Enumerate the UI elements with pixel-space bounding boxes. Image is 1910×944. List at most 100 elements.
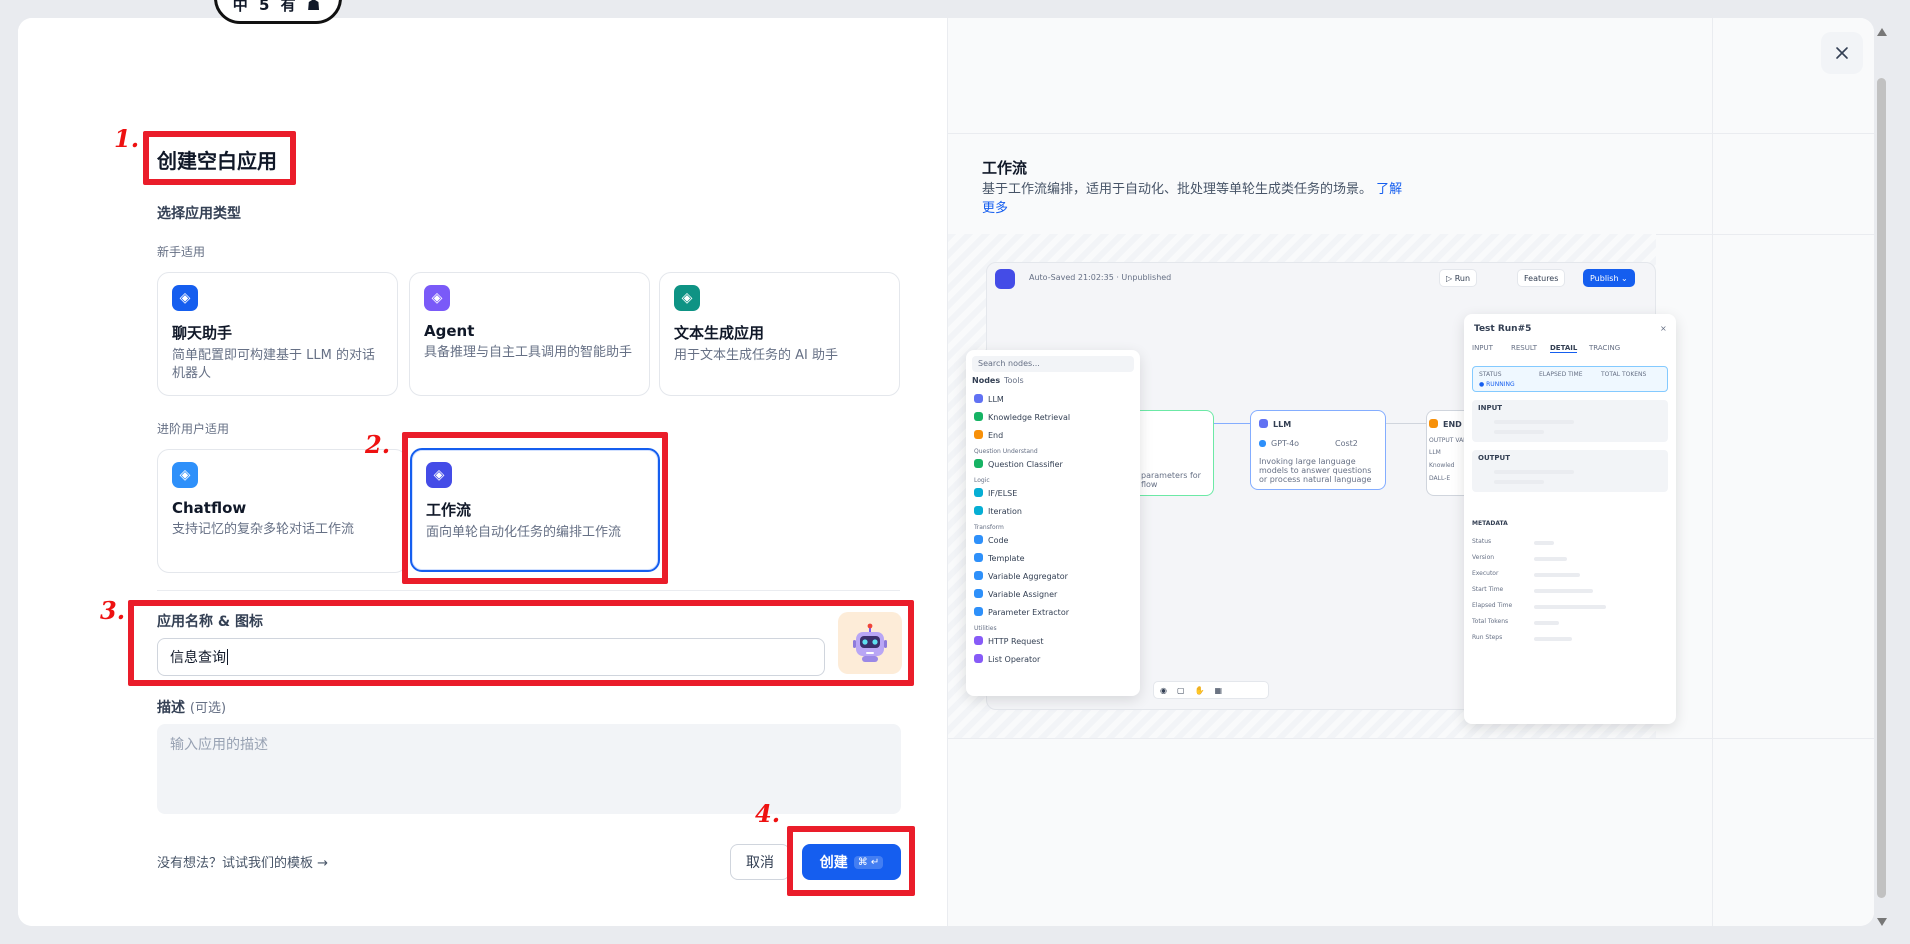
preview-title: 工作流 (982, 159, 1028, 177)
grid-line (1712, 18, 1713, 926)
close-button[interactable] (1821, 32, 1863, 74)
node-list-item: Knowledge Retrieval (974, 412, 1070, 422)
node-list-item: HTTP Request (974, 636, 1044, 646)
scroll-up-arrow[interactable] (1877, 28, 1887, 36)
scroll-down-arrow[interactable] (1877, 918, 1887, 926)
node-list-item: Parameter Extractor (974, 607, 1069, 617)
beginner-label: 新手适用 (157, 245, 206, 259)
node-group-label: Transform (974, 524, 1004, 531)
app-type-desc: 用于文本生成任务的 AI 助手 (674, 348, 838, 363)
section-divider (157, 590, 900, 591)
app-type-icon: ◈ (674, 285, 700, 311)
end-var-list: LLM Knowled DALL-E (1429, 449, 1454, 488)
node-type-icon (974, 535, 983, 544)
tokens-label: TOTAL TOKENS (1601, 371, 1647, 378)
node-type-icon (974, 654, 983, 663)
app-type-icon: ◈ (424, 285, 450, 311)
metadata-row-label: Executor (1472, 570, 1499, 577)
advanced-label: 进阶用户适用 (157, 422, 230, 436)
node-label: Parameter Extractor (988, 608, 1069, 617)
placeholder-bar (1534, 589, 1593, 593)
metadata-row-label: Version (1472, 554, 1495, 561)
app-type-name: 文本生成应用 (674, 324, 765, 342)
template-link[interactable]: 没有想法？试试我们的模板 → (157, 852, 328, 871)
node-type-icon (974, 553, 983, 562)
hand-icon: ✋ (1194, 685, 1205, 695)
app-type-card[interactable]: ◈ Chatflow 支持记忆的复杂多轮对话工作流 (157, 449, 407, 573)
description-label-text: 描述 (157, 700, 185, 716)
node-label: Iteration (988, 507, 1022, 516)
node-label: LLM (988, 395, 1004, 404)
app-type-card[interactable]: ◈ 聊天助手简单配置即可构建基于 LLM 的对话机器人 (157, 272, 398, 396)
preview-start-node: parameters for flow (1130, 410, 1214, 496)
node-group-label: Utilities (974, 625, 997, 632)
end-icon (1429, 419, 1438, 428)
preview-description: 基于工作流编排，适用于自动化、批处理等单轮生成类任务的场景。 了解更多 (982, 180, 1412, 218)
node-label: List Operator (988, 655, 1041, 664)
node-label: Template (988, 554, 1025, 563)
annotation-box-workflow (402, 432, 668, 584)
metadata-row-label: Elapsed Time (1472, 602, 1513, 609)
app-type-name: Chatflow (172, 499, 247, 517)
llm-node-title: LLM (1259, 419, 1291, 429)
node-group-label: Logic (974, 477, 990, 484)
preview-publish-button: Publish ⌄ (1583, 269, 1635, 287)
watermark-text: 中 5 有 ☗ (232, 0, 324, 14)
app-type-card[interactable]: ◈ Agent 具备推理与自主工具调用的智能助手 (409, 272, 650, 396)
placeholder-bar (1494, 420, 1574, 424)
test-run-title: Test Run#5 (1474, 324, 1532, 334)
app-type-name: 聊天助手 (172, 324, 233, 342)
app-type-name: Agent (424, 322, 475, 340)
cancel-button[interactable]: 取消 (730, 844, 790, 880)
description-textarea[interactable]: 输入应用的描述 (157, 724, 901, 814)
node-label: Question Understand (974, 448, 1038, 455)
page-scrollbar[interactable] (1874, 18, 1890, 926)
preview-description-text: 基于工作流编排，适用于自动化、批处理等单轮生成类任务的场景。 (982, 182, 1373, 197)
placeholder-bar (1534, 621, 1559, 625)
node-label: Utilities (974, 625, 997, 632)
app-type-desc: 简单配置即可构建基于 LLM 的对话机器人 (172, 348, 375, 381)
llm-node-title-text: LLM (1273, 420, 1292, 429)
node-type-icon (974, 589, 983, 598)
output-block: OUTPUT (1472, 450, 1668, 492)
app-type-icon: ◈ (172, 285, 198, 311)
pointer-icon: ◉ (1160, 685, 1167, 695)
app-logo-icon (995, 269, 1015, 289)
node-label: Code (988, 536, 1009, 545)
app-type-card[interactable]: ◈ 文本生成应用用于文本生成任务的 AI 助手 (659, 272, 900, 396)
preview-test-run-panel: Test Run#5 × INPUT RESULT DETAIL TRACING ST… (1464, 314, 1676, 724)
optional-tag: (可选) (189, 701, 227, 716)
scroll-thumb[interactable] (1877, 78, 1886, 898)
start-node-desc: parameters for flow (1141, 471, 1201, 489)
node-list-item: IF/ELSE (974, 488, 1017, 498)
node-type-icon (974, 394, 983, 403)
tools-tab: Tools (1004, 376, 1024, 385)
status-value: ● RUNNING (1479, 381, 1515, 388)
llm-model-tag: Cost2 (1335, 439, 1358, 448)
preview-end-node: END OUTPUT VARIA LLM Knowled DALL-E (1426, 410, 1473, 496)
node-type-icon (974, 506, 983, 515)
description-label: 描述 (可选) (157, 697, 226, 717)
metadata-row-label: Total Tokens (1472, 618, 1509, 625)
input-block: INPUT (1472, 400, 1668, 442)
grid-line (948, 133, 1874, 134)
node-label: Variable Assigner (988, 590, 1058, 599)
test-run-tab: RESULT (1511, 344, 1538, 352)
placeholder-bar (1534, 541, 1554, 545)
node-type-icon (974, 607, 983, 616)
placeholder-bar (1494, 480, 1544, 484)
annotation-box-name (128, 600, 914, 686)
placeholder-bar (1494, 430, 1544, 434)
node-label: IF/ELSE (988, 489, 1018, 498)
end-node-title: END (1429, 419, 1462, 429)
node-group-label: Question Understand (974, 448, 1038, 455)
node-type-icon (974, 488, 983, 497)
grid-icon: ▦ (1214, 685, 1223, 695)
metadata-label: METADATA (1472, 520, 1508, 527)
nodes-tab: Nodes (972, 376, 1001, 385)
node-list-item: Template (974, 553, 1025, 563)
end-var-item: DALL-E (1429, 475, 1451, 482)
app-type-desc: 支持记忆的复杂多轮对话工作流 (172, 522, 355, 537)
step-3-label: 3. (100, 596, 126, 625)
node-label: Variable Aggregator (988, 572, 1068, 581)
